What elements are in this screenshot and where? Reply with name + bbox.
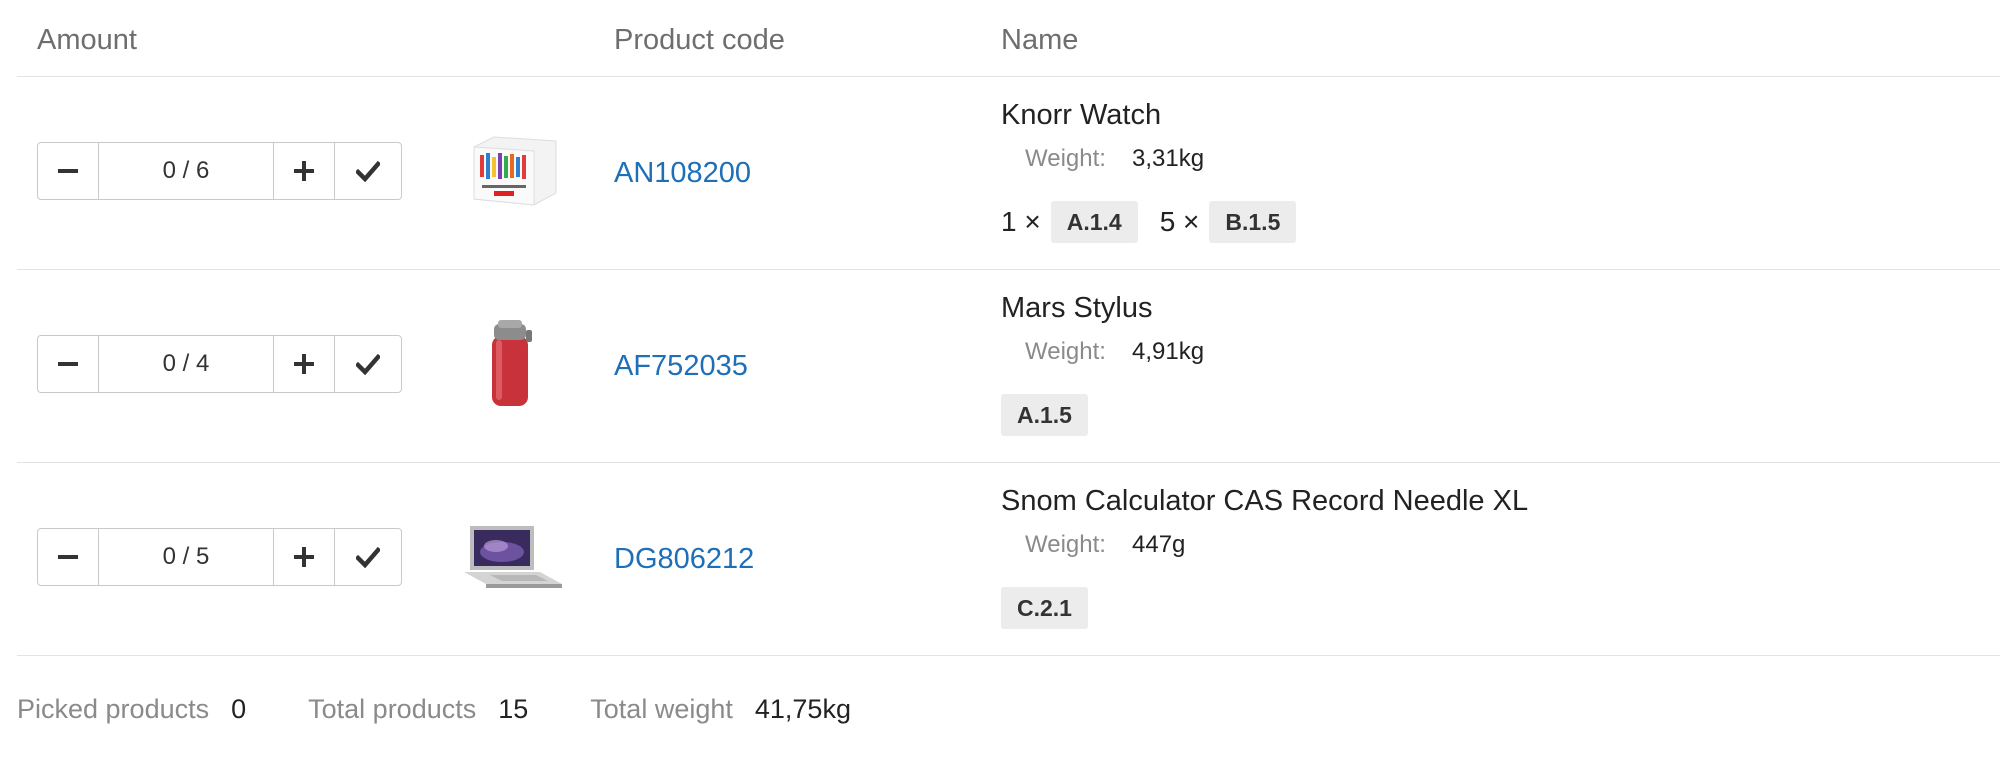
increment-button[interactable] [274,143,335,199]
check-icon [356,546,380,568]
location-list: C.2.1 [1001,587,1088,629]
location-badge: A.1.5 [1001,394,1088,436]
header-amount: Amount [37,24,137,56]
table-row: AN108200 Knorr Watch Weight: 3,31kg 1 × … [17,77,2000,270]
location-badge: B.1.5 [1209,201,1297,243]
minus-icon [58,362,78,366]
weight-value: 447g [1132,531,1186,558]
table-header: Amount Product code Name [17,0,2000,77]
red-thermos-image [492,320,532,406]
location-multiplier: 5 × [1159,206,1200,237]
weight-label: Weight: [1025,531,1106,558]
location-list: 1 × A.1.4 5 × B.1.5 [1001,201,1297,243]
weight-label: Weight: [1025,145,1106,172]
summary-footer: Picked products 0 Total products 15 Tota… [17,694,913,725]
confirm-button[interactable] [335,143,401,199]
plus-icon [294,547,314,567]
table-row: AF752035 Mars Stylus Weight: 4,91kg A.1.… [17,270,2000,463]
quantity-input[interactable] [99,143,274,199]
location-badge: C.2.1 [1001,587,1088,629]
product-box-image [473,136,557,206]
plus-icon [294,354,314,374]
picked-products-value: 0 [231,694,247,724]
weight-label: Weight: [1025,338,1106,365]
weight-value: 4,91kg [1132,338,1205,365]
location-multiplier: 1 × [1001,206,1041,237]
quantity-stepper [37,142,402,200]
plus-icon [294,161,314,181]
product-code-link[interactable]: AF752035 [614,350,748,383]
decrement-button[interactable] [38,336,99,392]
total-products-value: 15 [498,694,529,724]
product-image [457,121,567,221]
minus-icon [58,169,78,173]
product-name: Knorr Watch [1001,99,1162,131]
product-name: Snom Calculator CAS Record Needle XL [1001,485,1529,517]
confirm-button[interactable] [335,529,401,585]
total-weight-label: Total weight [590,694,733,724]
picking-table: Amount Product code Name 0 / 6 AN108200 … [0,0,2008,758]
total-weight-value: 41,75kg [754,694,851,724]
header-product-code: Product code [614,24,785,56]
weight-value: 3,31kg [1132,145,1205,172]
quantity-input[interactable] [99,529,274,585]
product-code-link[interactable]: DG806212 [614,543,754,576]
product-image [457,314,567,414]
picked-products-label: Picked products [17,694,210,724]
table-row: DG806212 Snom Calculator CAS Record Need… [17,463,2000,656]
total-products-label: Total products [308,694,477,724]
location-badge: A.1.4 [1050,201,1138,243]
quantity-stepper [37,335,402,393]
increment-button[interactable] [274,336,335,392]
location-list: A.1.5 [1001,394,1088,436]
quantity-input[interactable] [99,336,274,392]
check-icon [356,353,380,375]
confirm-button[interactable] [335,336,401,392]
check-icon [356,160,380,182]
product-image [457,507,567,607]
product-name: Mars Stylus [1001,292,1153,324]
increment-button[interactable] [274,529,335,585]
minus-icon [58,555,78,559]
laptop-image [464,526,562,588]
product-code-link[interactable]: AN108200 [614,157,751,190]
header-name: Name [1001,24,1079,56]
quantity-stepper [37,528,402,586]
decrement-button[interactable] [38,143,99,199]
decrement-button[interactable] [38,529,99,585]
